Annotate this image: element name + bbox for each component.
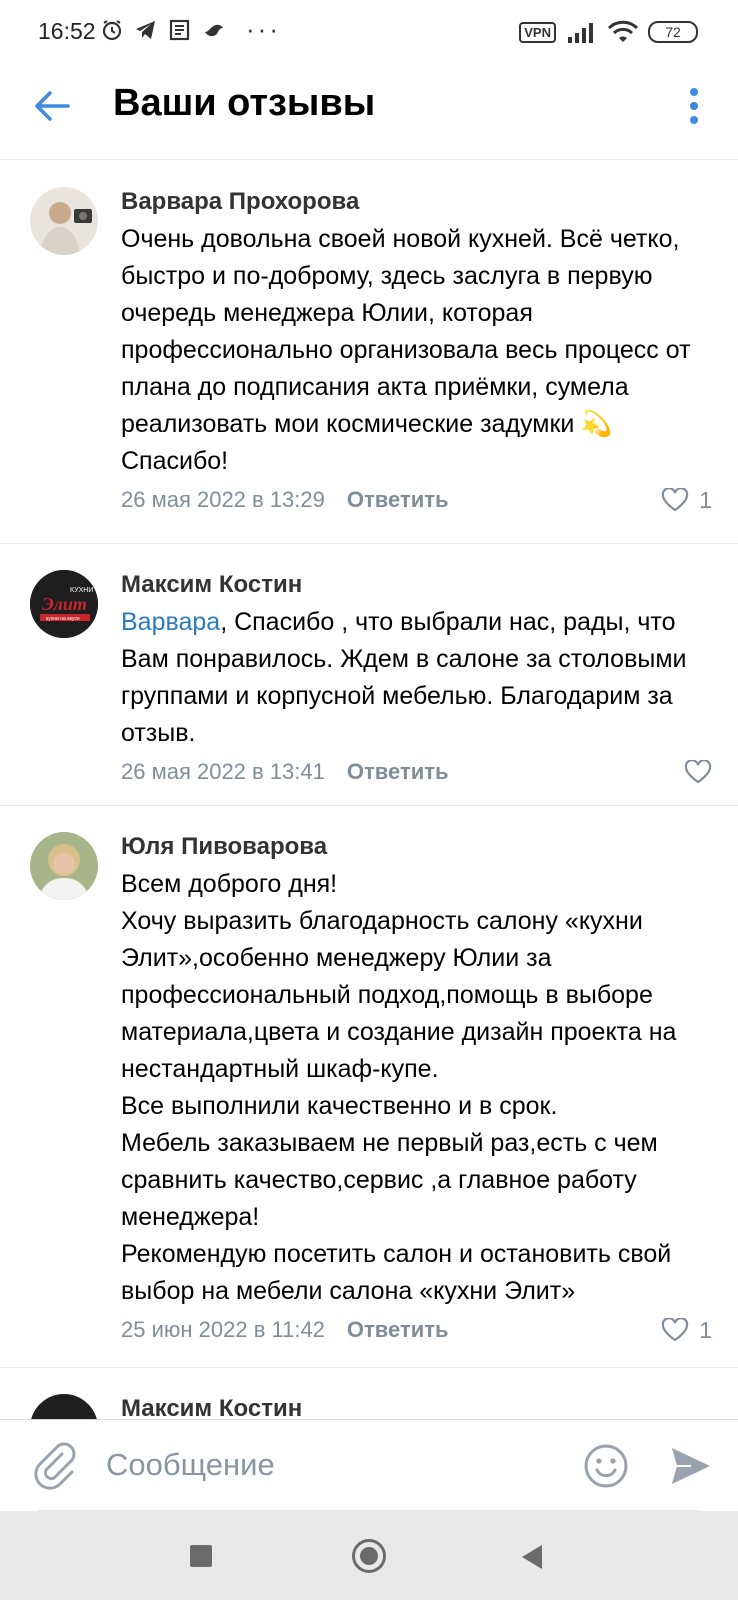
comment-date: 26 мая 2022 в 13:29	[121, 487, 325, 512]
comments-list: Варвара Прохорова Очень довольна своей н…	[0, 161, 738, 1419]
comment-meta: 26 мая 2022 в 13:41 Ответить	[121, 754, 712, 790]
svg-text:КУХНИ: КУХНИ	[70, 587, 93, 594]
heart-icon	[662, 1318, 689, 1342]
like-button[interactable]	[684, 760, 712, 784]
wifi-icon	[608, 20, 638, 42]
message-composer	[0, 1419, 738, 1511]
bird-icon	[205, 24, 223, 37]
comment-author[interactable]: Максим Костин	[121, 1394, 712, 1419]
news-icon	[169, 19, 190, 41]
mention-link[interactable]: Варвара	[121, 608, 220, 636]
heart-icon	[684, 760, 712, 784]
comment-item: Юля Пивоварова Всем доброго дня! Хочу вы…	[0, 806, 738, 1368]
comment-date: 25 июн 2022 в 11:42	[121, 1317, 325, 1342]
smile-icon[interactable]	[582, 1442, 630, 1490]
back-arrow-icon[interactable]	[30, 84, 74, 128]
more-vertical-icon[interactable]	[676, 84, 712, 128]
home-icon[interactable]	[352, 1539, 386, 1573]
comment-author[interactable]: Юля Пивоварова	[121, 832, 712, 862]
comment-date: 26 мая 2022 в 13:41	[121, 759, 325, 784]
like-count: 1	[699, 1316, 712, 1343]
alarm-icon	[102, 20, 122, 41]
status-bar: 16:52 ··· VPN 72	[0, 0, 738, 64]
avatar[interactable]: КУХНИ Элит кухни на вкусе	[30, 570, 98, 638]
comment-text: Всем доброго дня! Хочу выразить благодар…	[121, 870, 677, 1305]
comment-author[interactable]: Максим Костин	[121, 570, 712, 600]
avatar[interactable]	[30, 187, 98, 255]
comment-text: Очень довольна своей новой кухней. Всё ч…	[121, 225, 691, 475]
status-time: 16:52	[38, 18, 96, 44]
battery-indicator: 72	[648, 21, 698, 43]
telegram-icon	[136, 21, 155, 39]
comment-item: КУХНИ Элит кухни на вкусе Максим Костин …	[0, 544, 738, 806]
paperclip-icon[interactable]	[32, 1440, 78, 1490]
comment-item: Варвара Прохорова Очень довольна своей н…	[0, 161, 738, 544]
reply-button[interactable]: Ответить	[347, 1317, 449, 1343]
comment-item: Максим Костин	[0, 1368, 738, 1419]
signal-icon	[568, 23, 593, 43]
status-notification-icons	[100, 18, 226, 42]
reply-button[interactable]: Ответить	[347, 759, 449, 785]
avatar[interactable]	[30, 832, 98, 900]
heart-icon	[662, 488, 689, 512]
svg-text:Элит: Элит	[42, 594, 87, 614]
vpn-badge: VPN	[519, 21, 556, 43]
like-button[interactable]: 1	[661, 1317, 712, 1344]
message-input[interactable]	[106, 1440, 556, 1490]
status-system-icons: VPN 72	[519, 20, 698, 44]
recent-apps-icon[interactable]	[190, 1545, 212, 1567]
send-icon[interactable]	[668, 1444, 712, 1488]
page-title: Ваши отзывы	[113, 82, 376, 124]
comment-author[interactable]: Варвара Прохорова	[121, 187, 712, 217]
svg-text:кухни на вкусе: кухни на вкусе	[46, 616, 80, 622]
comment-meta: 26 мая 2022 в 13:29 Ответить 1	[121, 482, 712, 518]
like-button[interactable]: 1	[661, 487, 712, 514]
reply-button[interactable]: Ответить	[347, 487, 449, 513]
app-header: Ваши отзывы	[0, 64, 738, 160]
avatar[interactable]	[30, 1394, 98, 1419]
nav-back-icon[interactable]	[522, 1545, 542, 1569]
comment-meta: 25 июн 2022 в 11:42 Ответить 1	[121, 1312, 712, 1348]
like-count: 1	[699, 486, 712, 513]
comment-text: Варвара, Спасибо , что выбрали нас, рады…	[121, 604, 701, 752]
status-more-dots: ···	[246, 14, 281, 44]
system-nav-bar	[0, 1511, 738, 1600]
brand-logo: КУХНИ Элит кухни на вкусе	[30, 570, 98, 638]
